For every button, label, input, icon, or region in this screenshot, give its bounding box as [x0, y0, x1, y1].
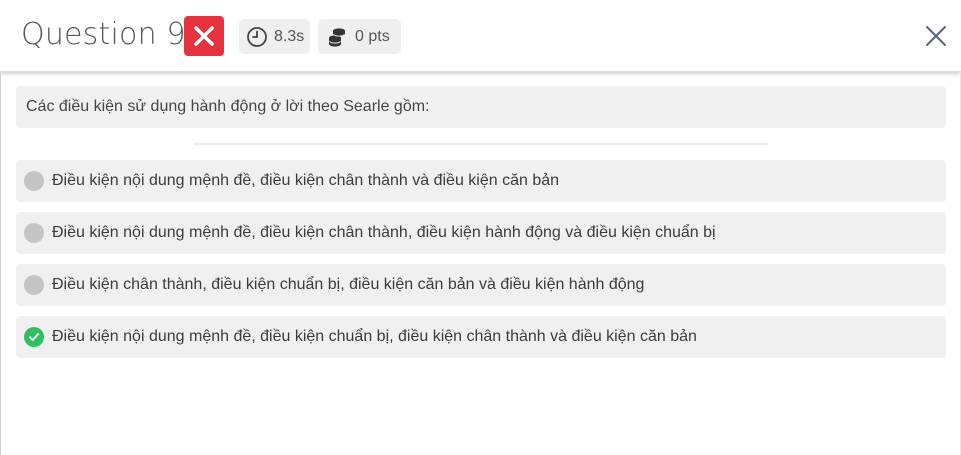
- close-icon[interactable]: [925, 25, 947, 47]
- panel-left-border: [0, 72, 1, 455]
- question-header: Question 9 8.3s 0 pts: [0, 0, 961, 72]
- check-circle-icon: [24, 327, 44, 347]
- x-mark-icon: [194, 26, 214, 46]
- question-title: Question 9: [21, 17, 186, 52]
- time-taken-value: 8.3s: [274, 27, 305, 45]
- neutral-dot-icon: [24, 275, 44, 295]
- divider: [194, 143, 768, 145]
- answer-option-label: Điều kiện nội dung mệnh đề, điều kiện ch…: [52, 224, 716, 241]
- question-text-box: Các điều kiện sử dụng hành động ở lời th…: [16, 86, 946, 128]
- neutral-dot-icon: [24, 223, 44, 243]
- coins-icon: [325, 25, 349, 49]
- points-pill: 0 pts: [318, 19, 401, 54]
- question-text: Các điều kiện sử dụng hành động ở lời th…: [26, 98, 430, 115]
- time-taken-pill: 8.3s: [239, 19, 310, 54]
- clock-icon: [246, 25, 268, 49]
- neutral-dot-icon: [24, 171, 44, 191]
- close-button[interactable]: [922, 22, 950, 50]
- answer-option-correct[interactable]: Điều kiện nội dung mệnh đề, điều kiện ch…: [16, 316, 946, 358]
- answer-option[interactable]: Điều kiện nội dung mệnh đề, điều kiện ch…: [16, 212, 946, 254]
- answer-option-label: Điều kiện chân thành, điều kiện chuẩn bị…: [52, 276, 645, 293]
- wrong-answer-badge: [184, 16, 224, 56]
- points-value: 0 pts: [355, 27, 390, 45]
- answer-option-label: Điều kiện nội dung mệnh đề, điều kiện ch…: [52, 172, 560, 189]
- answer-option[interactable]: Điều kiện nội dung mệnh đề, điều kiện ch…: [16, 160, 946, 202]
- answer-option[interactable]: Điều kiện chân thành, điều kiện chuẩn bị…: [16, 264, 946, 306]
- answer-option-label: Điều kiện nội dung mệnh đề, điều kiện ch…: [52, 328, 697, 345]
